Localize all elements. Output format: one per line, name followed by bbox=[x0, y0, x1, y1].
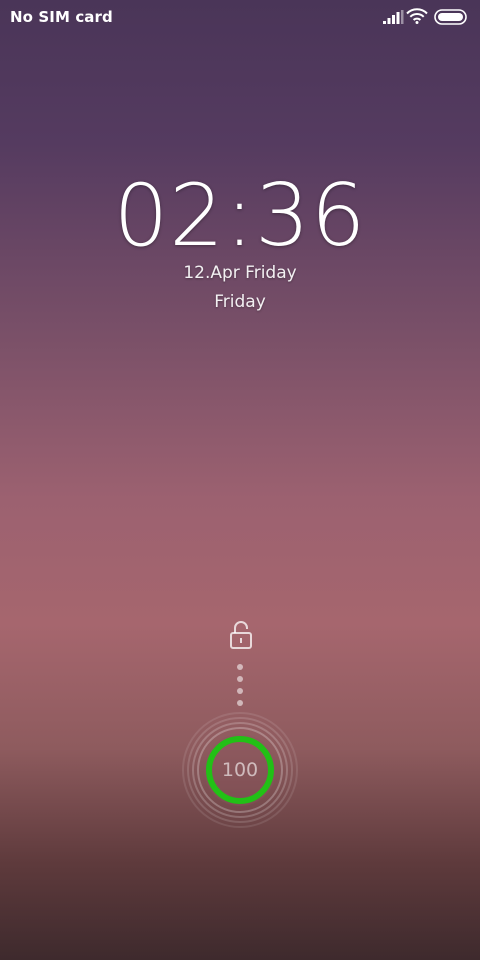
battery-icon bbox=[434, 9, 467, 25]
wifi-icon bbox=[406, 8, 428, 24]
swipe-dot bbox=[237, 664, 243, 670]
clock-day: Friday bbox=[214, 292, 266, 312]
lock-screen: No SIM card 02:36 12.Apr Friday Friday 1… bbox=[0, 0, 480, 960]
swipe-dot bbox=[237, 688, 243, 694]
status-bar: No SIM card bbox=[0, 0, 480, 34]
signal-icon bbox=[383, 10, 404, 24]
unlock-icon bbox=[230, 621, 252, 649]
unlock-handle[interactable]: 100 bbox=[180, 710, 300, 830]
battery-percent: 100 bbox=[221, 759, 259, 781]
swipe-dot bbox=[237, 700, 243, 706]
clock-time: 02:36 bbox=[113, 166, 367, 266]
swipe-dot bbox=[237, 676, 243, 682]
carrier-label: No SIM card bbox=[10, 8, 113, 26]
swipe-hint-dots bbox=[236, 664, 244, 708]
clock-date: 12.Apr Friday bbox=[183, 263, 297, 283]
